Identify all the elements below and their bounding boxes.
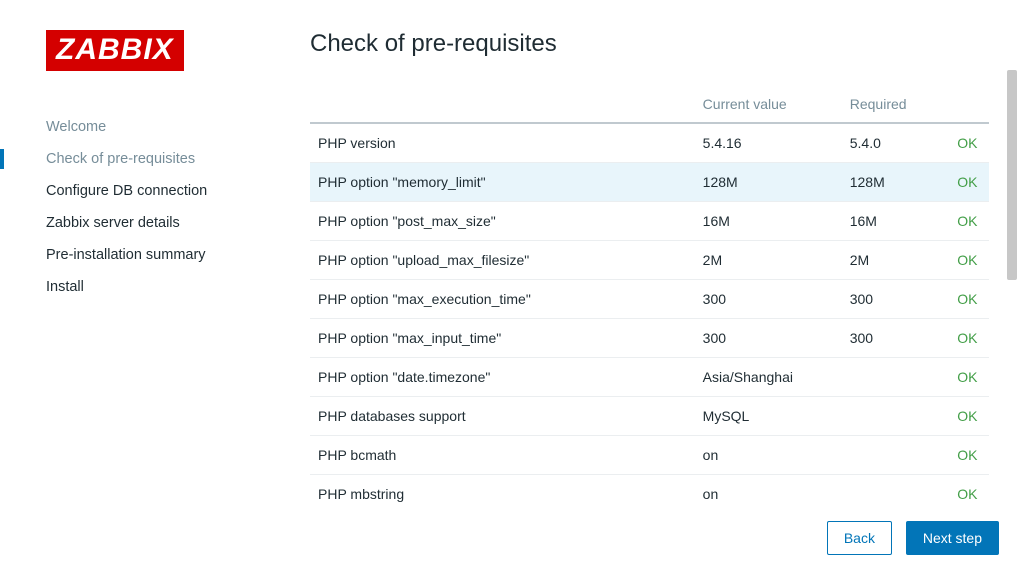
cell-current: 300 — [695, 319, 842, 358]
cell-status: OK — [949, 123, 989, 163]
cell-required — [842, 358, 950, 397]
cell-required: 300 — [842, 280, 950, 319]
cell-required: 300 — [842, 319, 950, 358]
cell-name: PHP option "max_input_time" — [310, 319, 695, 358]
nav-item-label: Pre-installation summary — [46, 247, 206, 263]
cell-name: PHP option "upload_max_filesize" — [310, 241, 695, 280]
nav-item-5[interactable]: Install — [46, 271, 310, 303]
next-button[interactable]: Next step — [906, 521, 999, 555]
table-row: PHP option "memory_limit"128M128MOK — [310, 163, 989, 202]
th-current: Current value — [695, 86, 842, 123]
nav-item-label: Configure DB connection — [46, 183, 207, 199]
cell-status: OK — [949, 475, 989, 507]
table-row: PHP option "date.timezone"Asia/Shanghai O… — [310, 358, 989, 397]
th-status — [949, 86, 989, 123]
th-required: Required — [842, 86, 950, 123]
nav-item-label: Install — [46, 279, 84, 295]
cell-required — [842, 436, 950, 475]
cell-status: OK — [949, 280, 989, 319]
cell-required: 2M — [842, 241, 950, 280]
requisites-table: Current value Required PHP version5.4.16… — [310, 86, 989, 506]
nav-item-0[interactable]: Welcome — [46, 111, 310, 143]
cell-current: on — [695, 475, 842, 507]
cell-required: 16M — [842, 202, 950, 241]
cell-current: MySQL — [695, 397, 842, 436]
cell-name: PHP version — [310, 123, 695, 163]
cell-name: PHP option "post_max_size" — [310, 202, 695, 241]
cell-status: OK — [949, 319, 989, 358]
nav-item-1[interactable]: Check of pre-requisites — [46, 143, 310, 175]
wizard-nav: Welcome Check of pre-requisites Configure … — [46, 111, 310, 303]
cell-status: OK — [949, 358, 989, 397]
nav-item-label: Zabbix server details — [46, 215, 180, 231]
table-row: PHP option "max_execution_time"300300OK — [310, 280, 989, 319]
cell-status: OK — [949, 436, 989, 475]
cell-status: OK — [949, 163, 989, 202]
page-title: Check of pre-requisites — [310, 30, 989, 58]
cell-name: PHP option "memory_limit" — [310, 163, 695, 202]
cell-required — [842, 475, 950, 507]
table-row: PHP option "upload_max_filesize"2M2MOK — [310, 241, 989, 280]
table-row: PHP version5.4.165.4.0OK — [310, 123, 989, 163]
nav-item-4[interactable]: Pre-installation summary — [46, 239, 310, 271]
cell-name: PHP databases support — [310, 397, 695, 436]
cell-status: OK — [949, 397, 989, 436]
cell-required: 5.4.0 — [842, 123, 950, 163]
cell-current: Asia/Shanghai — [695, 358, 842, 397]
nav-item-2[interactable]: Configure DB connection — [46, 175, 310, 207]
nav-item-3[interactable]: Zabbix server details — [46, 207, 310, 239]
cell-name: PHP option "date.timezone" — [310, 358, 695, 397]
wizard-footer: Back Next step — [817, 521, 999, 555]
cell-current: 300 — [695, 280, 842, 319]
cell-name: PHP mbstring — [310, 475, 695, 507]
table-row: PHP option "post_max_size"16M16MOK — [310, 202, 989, 241]
cell-required — [842, 397, 950, 436]
table-row: PHP bcmathon OK — [310, 436, 989, 475]
cell-status: OK — [949, 241, 989, 280]
cell-current: 128M — [695, 163, 842, 202]
cell-name: PHP bcmath — [310, 436, 695, 475]
cell-current: on — [695, 436, 842, 475]
scrollbar[interactable] — [1007, 70, 1017, 280]
cell-name: PHP option "max_execution_time" — [310, 280, 695, 319]
table-row: PHP option "max_input_time"300300OK — [310, 319, 989, 358]
cell-status: OK — [949, 202, 989, 241]
th-name — [310, 86, 695, 123]
cell-current: 2M — [695, 241, 842, 280]
cell-current: 16M — [695, 202, 842, 241]
nav-item-label: Welcome — [46, 119, 106, 135]
back-button[interactable]: Back — [827, 521, 892, 555]
zabbix-logo: ZABBIX — [46, 30, 184, 71]
cell-required: 128M — [842, 163, 950, 202]
nav-item-label: Check of pre-requisites — [46, 151, 195, 167]
table-row: PHP databases supportMySQL OK — [310, 397, 989, 436]
table-row: PHP mbstringon OK — [310, 475, 989, 507]
cell-current: 5.4.16 — [695, 123, 842, 163]
requisites-table-wrap: Current value Required PHP version5.4.16… — [310, 86, 989, 506]
